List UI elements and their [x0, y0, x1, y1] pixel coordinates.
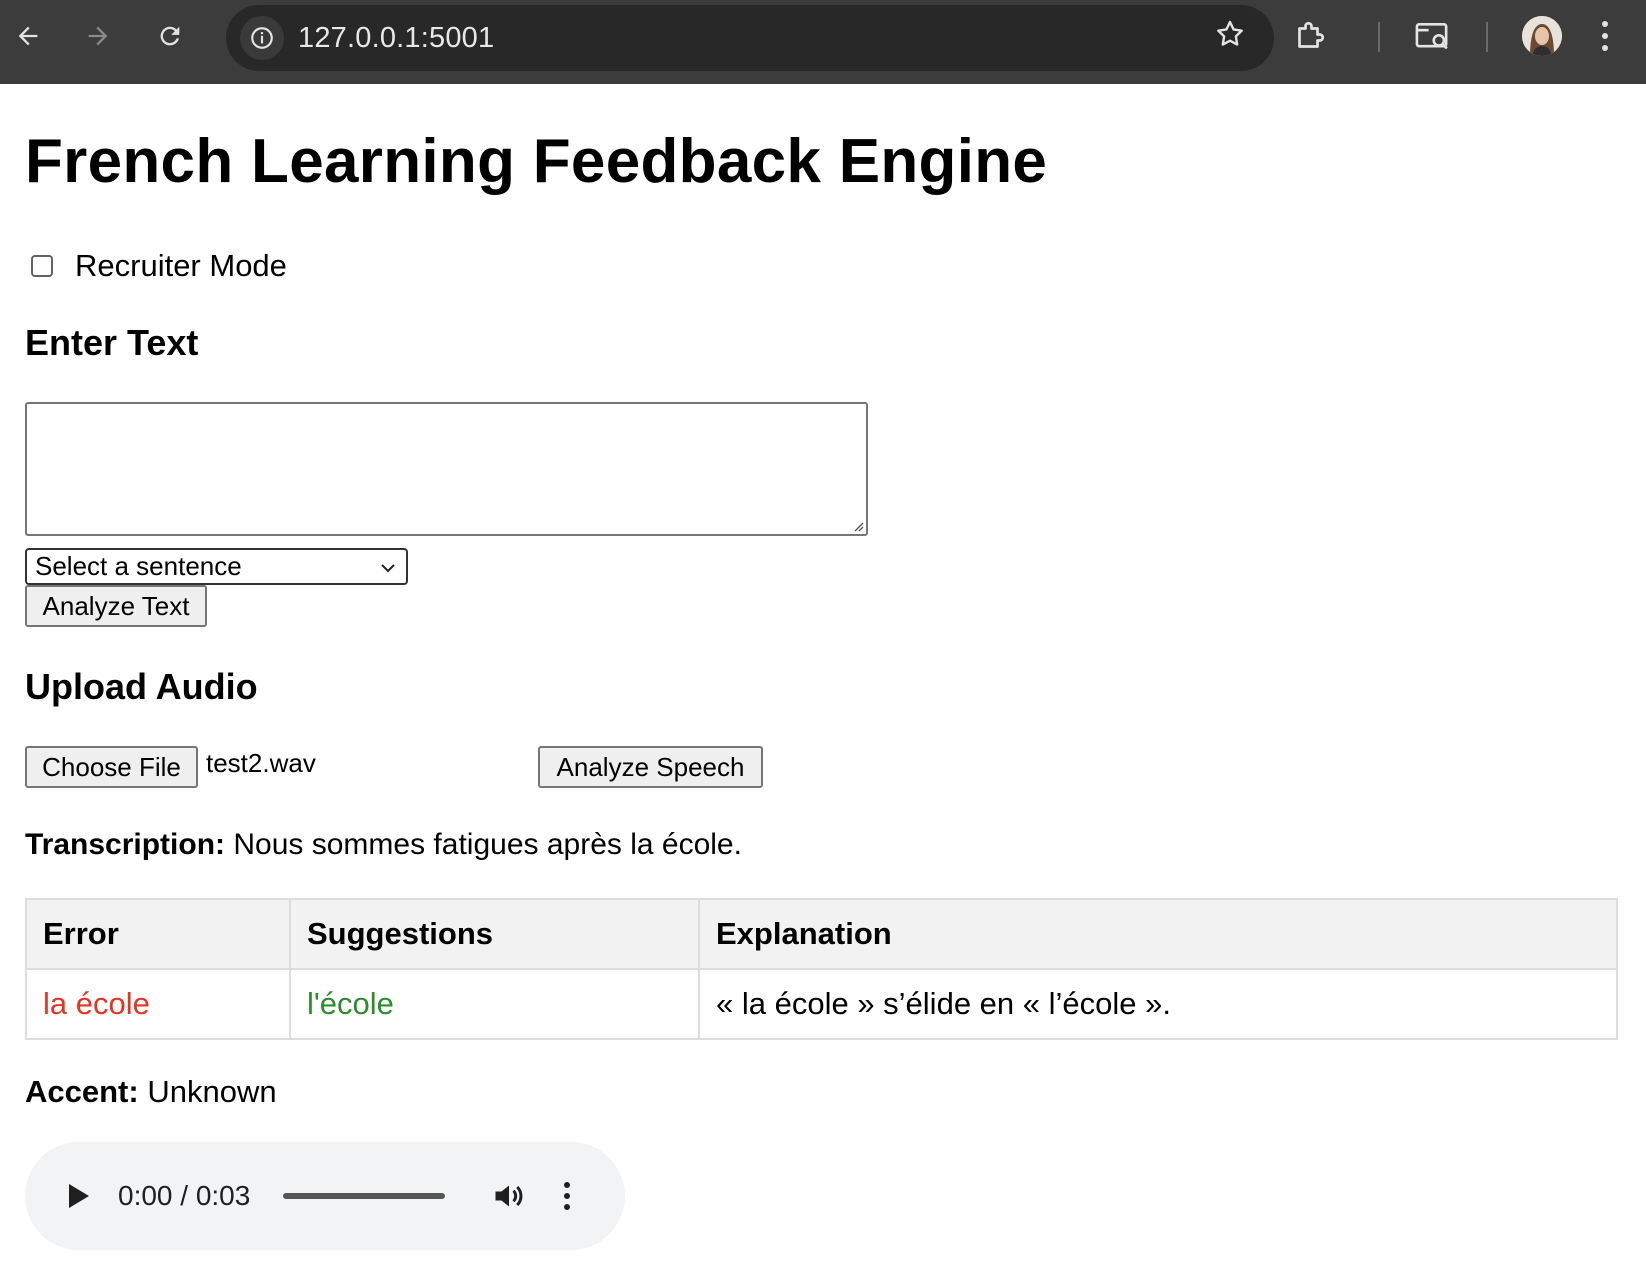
analyze-speech-button[interactable]: Analyze Speech [538, 746, 763, 788]
site-info-icon[interactable] [240, 16, 284, 60]
back-button[interactable] [6, 14, 50, 58]
forward-button[interactable] [76, 14, 120, 58]
recruiter-mode-row: Recruiter Mode [31, 248, 287, 284]
transcription-line: Transcription: Nous sommes fatigues aprè… [25, 828, 742, 862]
sentence-select[interactable]: Select a sentence [25, 548, 408, 585]
browser-toolbar: 127.0.0.1:5001 [0, 0, 1646, 84]
selected-file-name: test2.wav [206, 748, 316, 778]
bookmark-star-icon[interactable] [1214, 18, 1246, 58]
resize-grip-icon[interactable] [852, 520, 864, 532]
page-title: French Learning Feedback Engine [25, 127, 1048, 196]
audio-player: 0:00 / 0:03 [25, 1142, 625, 1250]
feedback-table: Error Suggestions Explanation la école l… [25, 898, 1618, 1040]
transcription-label: Transcription: [25, 828, 226, 861]
more-options-icon[interactable] [562, 1180, 572, 1212]
suggestion-cell: l'école [289, 968, 700, 1040]
profile-avatar[interactable] [1522, 16, 1562, 56]
enter-text-heading: Enter Text [25, 322, 199, 363]
audio-time: 0:00 / 0:03 [118, 1180, 251, 1211]
transcription-text: Nous sommes fatigues après la école. [233, 828, 742, 861]
upload-audio-heading: Upload Audio [25, 666, 258, 707]
column-header-suggestions: Suggestions [289, 898, 700, 970]
column-header-explanation: Explanation [698, 898, 1618, 970]
play-icon[interactable] [67, 1182, 91, 1210]
toolbar-divider-2 [1486, 22, 1488, 52]
audio-progress-slider[interactable] [283, 1193, 445, 1199]
toolbar-divider [1378, 22, 1380, 52]
browser-menu-icon[interactable] [1600, 18, 1610, 59]
accent-line: Accent: Unknown [25, 1074, 277, 1110]
reload-icon [160, 26, 180, 46]
reload-button[interactable] [148, 14, 192, 58]
back-arrow-icon [18, 26, 38, 46]
error-cell: la école [25, 968, 291, 1040]
choose-file-button[interactable]: Choose File [25, 746, 198, 788]
address-bar[interactable]: 127.0.0.1:5001 [226, 5, 1274, 71]
forward-arrow-icon [88, 26, 108, 46]
volume-icon[interactable] [491, 1178, 527, 1214]
tab-search-icon[interactable] [1414, 18, 1452, 59]
accent-label: Accent: [25, 1074, 139, 1109]
recruiter-mode-checkbox[interactable] [31, 255, 53, 277]
analyze-text-button[interactable]: Analyze Text [25, 585, 207, 627]
table-row: la école l'école « la école » s’élide en… [25, 968, 1618, 1040]
table-header-row: Error Suggestions Explanation [25, 898, 1618, 970]
explanation-cell: « la école » s’élide en « l’école ». [698, 968, 1618, 1040]
recruiter-mode-label[interactable]: Recruiter Mode [75, 248, 287, 284]
sentence-select-value: Select a sentence [35, 551, 242, 581]
url-text[interactable]: 127.0.0.1:5001 [298, 22, 494, 55]
extensions-icon[interactable] [1292, 18, 1328, 59]
accent-value: Unknown [147, 1074, 277, 1109]
text-input-area[interactable] [25, 402, 868, 536]
column-header-error: Error [25, 898, 291, 970]
chevron-down-icon [381, 564, 395, 573]
